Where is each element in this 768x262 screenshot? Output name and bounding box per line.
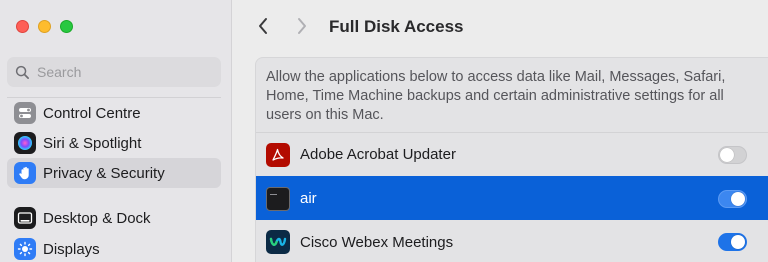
sidebar-item-label: Displays [43,240,100,258]
sidebar-item-label: Siri & Spotlight [43,134,142,152]
chevron-right-icon [298,18,306,34]
toggle-knob [731,191,745,206]
chevron-left-icon [259,18,267,34]
divider [7,196,221,197]
terminal-icon [266,186,290,211]
sidebar: Control Centre Siri & Spotlight P [0,0,232,262]
sidebar-item-label: Desktop & Dock [43,209,151,227]
sun-icon [14,238,36,260]
search-icon [15,65,29,79]
app-name: Cisco Webex Meetings [300,233,454,251]
sidebar-item-displays[interactable]: Displays [7,234,221,262]
zoom-window-button[interactable] [60,20,73,33]
minimize-window-button[interactable] [38,20,51,33]
page-title: Full Disk Access [329,17,464,36]
forward-button[interactable] [290,14,314,38]
sidebar-item-desktop-dock[interactable]: Desktop & Dock [7,203,221,233]
siri-icon [14,132,36,154]
sidebar-item-siri-spotlight[interactable]: Siri & Spotlight [7,128,221,158]
toolbar: Full Disk Access [233,0,768,52]
webex-icon [266,230,290,254]
hand-icon [14,162,36,184]
app-row-air[interactable]: air [256,176,768,220]
full-disk-access-panel: Allow the applications below to access d… [255,57,768,262]
sidebar-item-label: Control Centre [43,104,141,122]
toggle-knob [731,235,745,249]
app-name: air [300,190,317,207]
window-controls [16,20,73,33]
control-centre-icon [14,102,36,124]
panel-description: Allow the applications below to access d… [266,69,726,123]
search-input[interactable] [37,64,207,80]
close-window-button[interactable] [16,20,29,33]
app-row-cisco-webex-meetings[interactable]: Cisco Webex Meetings [256,220,768,262]
sidebar-item-control-centre[interactable]: Control Centre [7,98,221,128]
app-name: Adobe Acrobat Updater [300,146,456,163]
sidebar-item-label: Privacy & Security [43,164,165,182]
toggle-knob [720,147,734,162]
search-field[interactable] [7,57,221,87]
sidebar-item-privacy-security[interactable]: Privacy & Security [7,158,221,188]
access-toggle[interactable] [718,189,747,208]
main-content: Full Disk Access Allow the applications … [233,0,768,262]
access-toggle[interactable] [718,145,747,164]
access-toggle[interactable] [718,233,747,251]
app-row-adobe-acrobat-updater[interactable]: Adobe Acrobat Updater [256,132,768,176]
dock-icon [14,207,36,229]
back-button[interactable] [251,14,275,38]
acrobat-icon [266,142,290,167]
